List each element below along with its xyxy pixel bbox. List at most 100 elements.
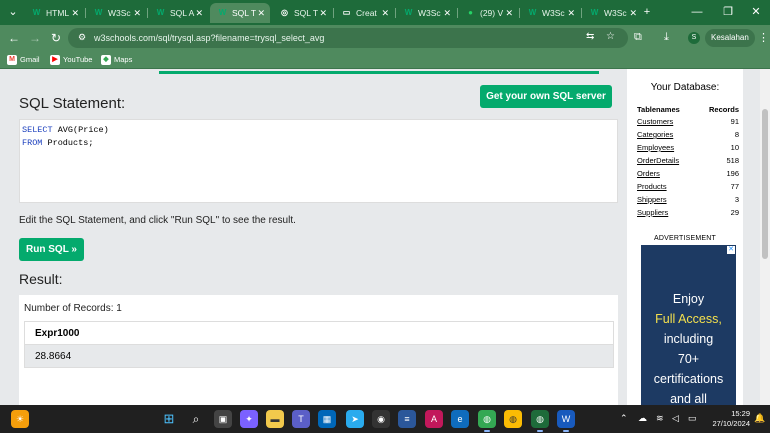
system-clock[interactable]: 15:29 27/10/2024 xyxy=(706,409,750,429)
get-sql-server-button[interactable]: Get your own SQL server xyxy=(480,85,612,108)
browser-tab[interactable]: W SQL A ✕ xyxy=(148,3,208,23)
browser-tab[interactable]: W SQL T ✕ xyxy=(210,3,270,23)
tab-title: W3Sc xyxy=(542,8,565,18)
store-icon[interactable]: ▦ xyxy=(318,410,336,428)
task-view-icon[interactable]: ▣ xyxy=(214,410,232,428)
table-name-link[interactable]: Categories xyxy=(637,128,697,141)
tab-close-icon[interactable]: ✕ xyxy=(133,3,141,23)
tab-search-icon[interactable]: ⌄ xyxy=(4,4,22,21)
tab-close-icon[interactable]: ✕ xyxy=(195,3,203,23)
table-name-link[interactable]: Customers xyxy=(637,115,697,128)
word-icon[interactable]: W xyxy=(557,410,575,432)
tab-close-icon[interactable]: ✕ xyxy=(381,3,389,23)
browser-tab[interactable]: W W3Sc ✕ xyxy=(86,3,146,23)
browser-app-icon[interactable]: ◉ xyxy=(372,410,390,428)
ad-close-icon[interactable]: ✕ xyxy=(727,246,735,254)
translate-icon[interactable]: ⇆ xyxy=(586,31,594,42)
tab-title: W3Sc xyxy=(604,8,627,18)
tab-separator xyxy=(395,8,396,18)
code-text: Products; xyxy=(42,138,94,148)
new-tab-button[interactable]: + xyxy=(638,4,656,21)
download-icon[interactable]: ⤓ xyxy=(664,31,669,44)
tab-close-icon[interactable]: ✕ xyxy=(505,3,513,23)
bookmark-maps[interactable]: ◆ Maps xyxy=(101,53,132,67)
start-icon[interactable]: ⊞ xyxy=(160,410,178,428)
tab-favicon-icon: ◎ xyxy=(281,8,288,17)
chrome-profile-icon[interactable]: ◍ xyxy=(504,410,522,428)
address-bar[interactable]: ⚙ w3schools.com/sql/trysql.asp?filename=… xyxy=(68,28,628,48)
site-info-icon[interactable]: ⚙ xyxy=(78,32,86,43)
weather-widget-icon[interactable]: ☀ xyxy=(11,410,29,428)
menu-icon[interactable]: ⋮ xyxy=(758,31,769,44)
telegram-icon[interactable]: ➤ xyxy=(346,410,364,428)
chrome-icon[interactable]: ◍ xyxy=(478,410,496,432)
bookmark-youtube[interactable]: ▶ YouTube xyxy=(50,53,92,67)
table-name-link[interactable]: Products xyxy=(637,180,697,193)
table-name-link[interactable]: Suppliers xyxy=(637,206,697,219)
scroll-thumb[interactable] xyxy=(762,109,768,259)
sql-editor[interactable]: SELECT AVG(Price) FROM Products; xyxy=(19,119,618,203)
bookmark-gmail[interactable]: M Gmail xyxy=(7,53,40,67)
bookmark-star-icon[interactable]: ☆ xyxy=(606,31,615,42)
tab-close-icon[interactable]: ✕ xyxy=(319,3,327,23)
restore-icon[interactable]: ❐ xyxy=(717,4,739,21)
minimize-icon[interactable]: — xyxy=(686,4,708,21)
chrome-active-icon[interactable]: ◍ xyxy=(531,410,549,432)
tab-separator xyxy=(147,8,148,18)
table-row: Orders 196 xyxy=(637,167,739,180)
browser-tab[interactable]: W HTML ✕ xyxy=(24,3,84,23)
table-row: Categories 8 xyxy=(637,128,739,141)
table-name-link[interactable]: Employees xyxy=(637,141,697,154)
table-name-link[interactable]: Shippers xyxy=(637,193,697,206)
tab-close-icon[interactable]: ✕ xyxy=(257,3,265,23)
advertisement-banner[interactable]: ✕ Enjoy Full Access, including 70+ certi… xyxy=(641,245,736,405)
tray-chevron-icon[interactable]: ⌃ xyxy=(620,413,628,424)
tab-close-icon[interactable]: ✕ xyxy=(567,3,575,23)
result-panel: Number of Records: 1 Expr1000 28.8664 xyxy=(19,295,618,405)
profile-status-button[interactable]: Kesalahan xyxy=(705,29,755,47)
file-explorer-icon[interactable]: ▬ xyxy=(266,410,284,428)
bookmark-label: YouTube xyxy=(63,55,93,64)
tab-title: HTML xyxy=(46,8,70,18)
page-scrollbar[interactable] xyxy=(760,69,770,405)
profile-avatar[interactable]: S xyxy=(688,32,700,44)
browser-tab[interactable]: W W3Sc ✕ xyxy=(582,3,642,23)
ad-line: 70+ xyxy=(677,352,700,366)
reload-icon[interactable]: ↻ xyxy=(48,30,64,46)
weather-tray-icon[interactable]: ☁ xyxy=(638,413,647,424)
forward-icon[interactable]: → xyxy=(27,30,43,46)
tab-close-icon[interactable]: ✕ xyxy=(629,3,637,23)
copilot-icon[interactable]: ✦ xyxy=(240,410,258,428)
column-header: Expr1000 xyxy=(24,321,614,345)
code-line-2: FROM Products; xyxy=(22,137,615,150)
wifi-icon[interactable]: ≋ xyxy=(656,413,664,424)
table-name-link[interactable]: Orders xyxy=(637,167,697,180)
extensions-icon[interactable]: ⧉ xyxy=(634,31,642,44)
tab-separator xyxy=(333,8,334,18)
app-icon[interactable]: A xyxy=(425,410,443,428)
tab-separator xyxy=(457,8,458,18)
browser-tab[interactable]: ◎ SQL T ✕ xyxy=(272,3,332,23)
volume-icon[interactable]: ◁ xyxy=(672,413,679,424)
browser-tab[interactable]: W W3Sc ✕ xyxy=(396,3,456,23)
app-icon[interactable]: ≡ xyxy=(398,410,416,428)
battery-icon[interactable]: ▭ xyxy=(688,413,697,424)
browser-tab[interactable]: W W3Sc ✕ xyxy=(520,3,580,23)
tab-close-icon[interactable]: ✕ xyxy=(443,3,451,23)
edit-hint-text: Edit the SQL Statement, and click "Run S… xyxy=(19,215,296,226)
search-icon[interactable]: ⌕ xyxy=(187,410,205,428)
table-name-link[interactable]: OrderDetails xyxy=(637,154,697,167)
run-sql-button[interactable]: Run SQL » xyxy=(19,238,84,261)
edge-icon[interactable]: e xyxy=(451,410,469,428)
url-text[interactable]: w3schools.com/sql/trysql.asp?filename=tr… xyxy=(94,28,324,48)
teams-icon[interactable]: T xyxy=(292,410,310,428)
back-icon[interactable]: ← xyxy=(6,30,22,46)
browser-tab[interactable]: ● (29) V ✕ xyxy=(458,3,518,23)
record-count-cell: 77 xyxy=(730,182,739,191)
tab-close-icon[interactable]: ✕ xyxy=(71,3,79,23)
browser-tab[interactable]: ▭ Creat ✕ xyxy=(334,3,394,23)
notification-icon[interactable]: 🔔 xyxy=(754,413,765,424)
tab-title: W3Sc xyxy=(418,8,441,18)
close-window-icon[interactable]: ✕ xyxy=(745,4,767,21)
code-text: AVG(Price) xyxy=(52,125,109,135)
